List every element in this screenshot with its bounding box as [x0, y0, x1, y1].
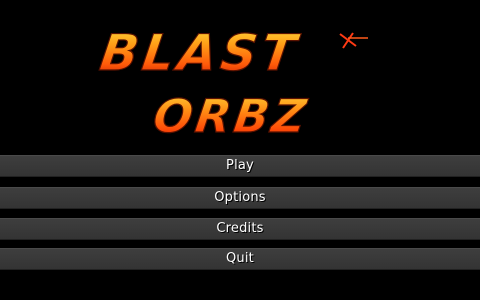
quit-button[interactable]: Quit [0, 248, 480, 270]
quit-button-label: Quit [226, 251, 254, 266]
options-button[interactable]: Options [0, 187, 480, 209]
game-logo: BLAST ORBZ [0, 0, 480, 150]
credits-button[interactable]: Credits [0, 218, 480, 240]
logo-title-line1: BLAST [96, 23, 303, 82]
logo-title-line2: ORBZ [150, 89, 312, 143]
game-logo-art: BLAST ORBZ [96, 23, 368, 144]
play-button[interactable]: Play [0, 155, 480, 177]
options-button-label: Options [214, 190, 266, 205]
spark-icon [339, 32, 368, 49]
credits-button-label: Credits [216, 221, 264, 236]
play-button-label: Play [226, 158, 254, 173]
